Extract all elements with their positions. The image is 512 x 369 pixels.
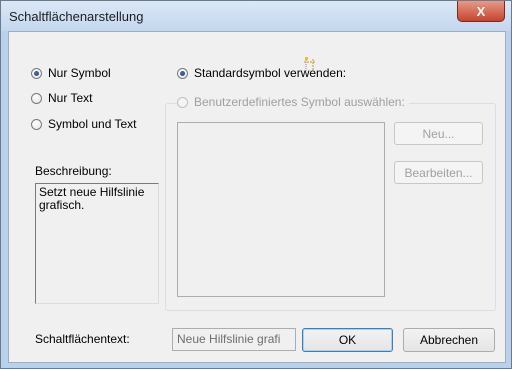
dialog-window: Schaltflächenarstellung X Nur Symbol Nur… [0, 0, 512, 369]
cancel-button-label: Abbrechen [419, 333, 479, 347]
new-button-label: Neu... [422, 126, 455, 141]
radio-label: Nur Text [48, 91, 93, 105]
edit-button-label: Bearbeiten... [404, 165, 473, 180]
radio-standard-symbol[interactable]: Standardsymbol verwenden: [177, 66, 346, 80]
description-text: Setzt neue Hilfslinie grafisch. [35, 183, 159, 304]
ok-button[interactable]: OK [302, 328, 393, 352]
radio-label: Benutzerdefiniertes Symbol auswählen: [194, 95, 405, 109]
description-label: Beschreibung: [35, 164, 112, 178]
close-icon: X [476, 3, 486, 19]
description-value: Setzt neue Hilfslinie grafisch. [39, 185, 145, 212]
button-text-input[interactable]: Neue Hilfslinie grafi [172, 328, 296, 351]
title-bar[interactable]: Schaltflächenarstellung X [1, 1, 511, 31]
button-text-label: Schaltflächentext: [35, 332, 130, 346]
new-button[interactable]: Neu... [394, 122, 483, 145]
radio-indicator [177, 67, 188, 79]
radio-indicator [31, 118, 42, 130]
radio-nur-symbol[interactable]: Nur Symbol [31, 66, 111, 80]
radio-nur-text[interactable]: Nur Text [31, 91, 92, 105]
radio-indicator [31, 92, 42, 104]
radio-label: Nur Symbol [48, 66, 111, 80]
guideline-icon [303, 56, 317, 72]
radio-indicator [177, 96, 188, 108]
cancel-button[interactable]: Abbrechen [403, 328, 495, 352]
radio-label: Symbol und Text [48, 117, 137, 131]
dialog-body: Nur Symbol Nur Text Symbol und Text Stan… [8, 31, 506, 363]
edit-button[interactable]: Bearbeiten... [394, 161, 483, 184]
dialog-title: Schaltflächenarstellung [9, 9, 144, 24]
custom-symbol-list[interactable] [177, 122, 385, 297]
radio-custom-symbol[interactable]: Benutzerdefiniertes Symbol auswählen: [177, 95, 409, 109]
ok-button-label: OK [338, 333, 357, 347]
close-button[interactable]: X [457, 1, 505, 22]
radio-label: Standardsymbol verwenden: [194, 66, 347, 80]
radio-indicator [31, 67, 42, 79]
radio-symbol-und-text[interactable]: Symbol und Text [31, 117, 137, 131]
button-text-value: Neue Hilfslinie grafi [177, 332, 281, 346]
